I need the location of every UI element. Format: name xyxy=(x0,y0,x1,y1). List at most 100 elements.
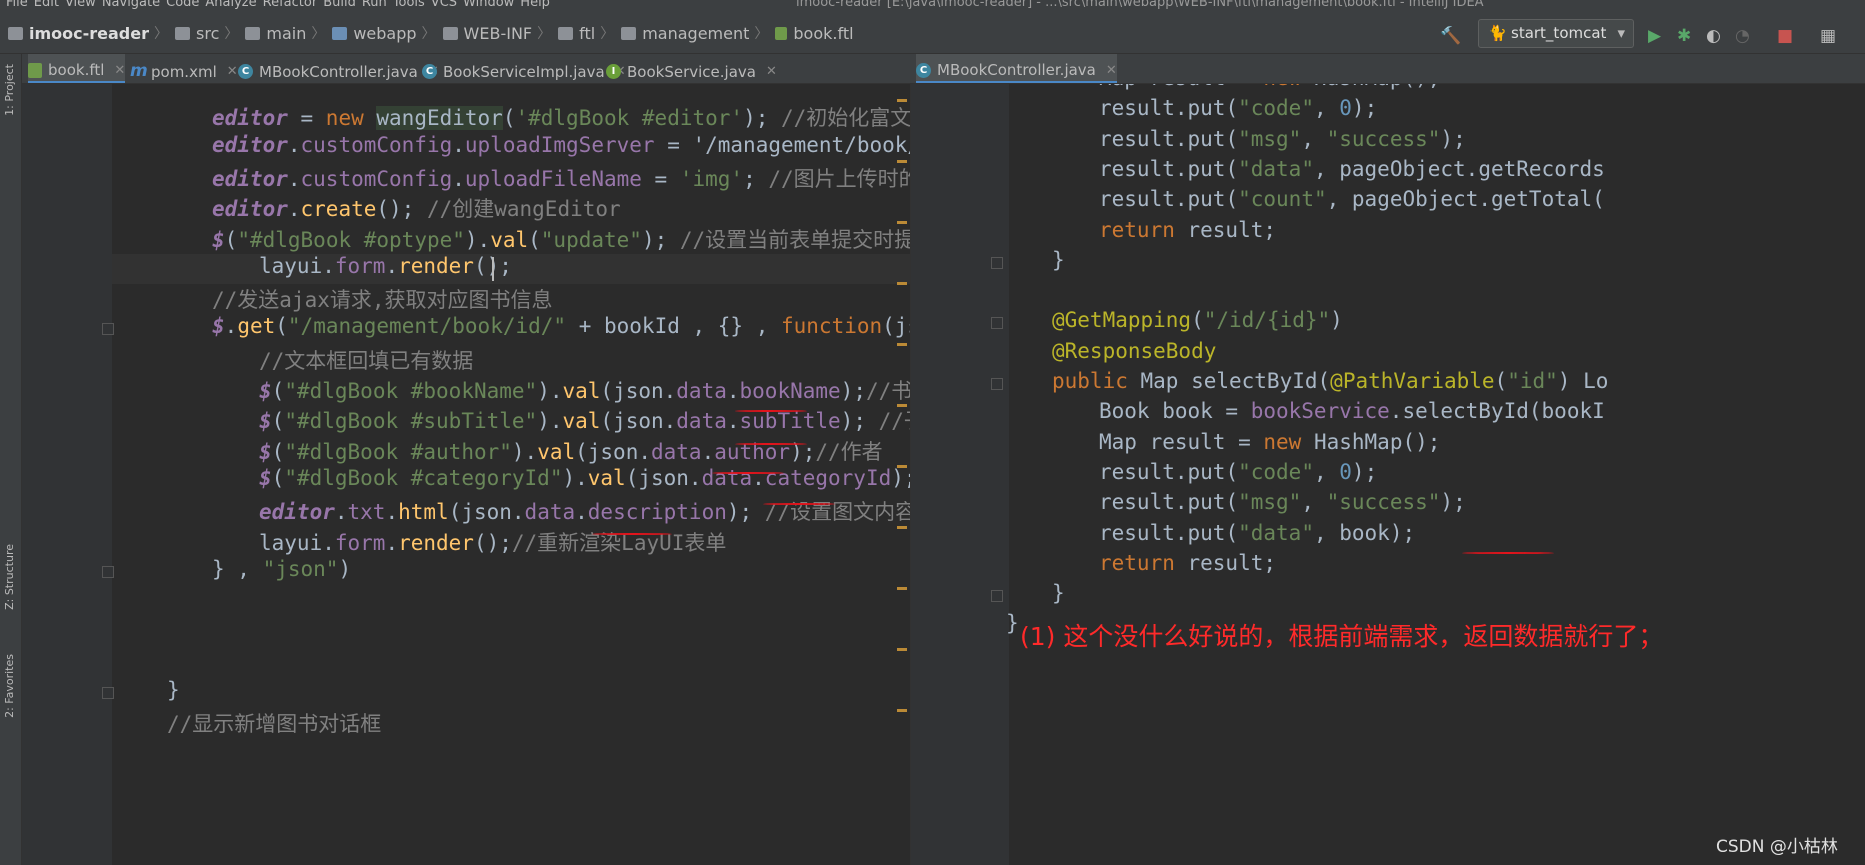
menu-item-navigate[interactable]: Navigate xyxy=(102,0,160,10)
code-line: $("#dlgBook #optype").val("update"); //设… xyxy=(212,227,910,252)
code-line: $("#dlgBook #author").val(json.data.auth… xyxy=(259,439,883,464)
code-line: $.get("/management/book/id/" + bookId , … xyxy=(212,314,910,339)
code-line: editor.create(); //创建wangEditor xyxy=(212,197,621,222)
code-line: return result; xyxy=(1099,217,1277,242)
menu-item-code[interactable]: Code xyxy=(166,0,199,10)
right-editor[interactable]: Map result = new HashMap();result.put("c… xyxy=(910,84,1865,865)
file-type-icon: m xyxy=(130,61,148,81)
left-gutter xyxy=(22,84,112,865)
code-line: $("#dlgBook #subTitle").val(json.data.su… xyxy=(259,409,910,434)
breadcrumb-label: src xyxy=(196,23,220,43)
warning-marker xyxy=(897,709,907,712)
breadcrumb-item[interactable]: webapp 〉 xyxy=(332,23,442,43)
breadcrumb-separator-icon: 〉 xyxy=(224,26,239,42)
menu-bar: File Edit View Navigate Code Analyze Refactor B… xyxy=(0,0,1865,14)
close-icon[interactable]: ✕ xyxy=(114,63,125,78)
breadcrumb-label: ftl xyxy=(579,23,596,43)
menu-item-tools[interactable]: Tools xyxy=(393,0,425,10)
file-type-icon: I xyxy=(606,64,621,79)
code-line: Map result = new HashMap(); xyxy=(1099,429,1441,454)
structure-tool-button[interactable]: Z: Structure xyxy=(3,544,19,610)
breadcrumb-separator-icon: 〉 xyxy=(754,26,769,42)
code-line: result.put("code", 0); xyxy=(1099,96,1378,121)
menu-item-build[interactable]: Build xyxy=(323,0,356,10)
tab-label: book.ftl xyxy=(48,61,105,79)
text-caret xyxy=(492,256,494,281)
fold-icon[interactable] xyxy=(102,323,114,336)
code-line: public Map selectById(@PathVariable("id"… xyxy=(1052,369,1609,393)
code-line: //发送ajax请求,获取对应图书信息 xyxy=(212,288,553,313)
build-icon[interactable]: 🔨 xyxy=(1440,26,1461,46)
close-icon[interactable]: ✕ xyxy=(766,64,777,79)
coverage-icon[interactable]: ◐ xyxy=(1706,26,1721,46)
fold-icon[interactable] xyxy=(991,256,1003,269)
fold-icon[interactable] xyxy=(991,590,1003,603)
fold-icon[interactable] xyxy=(102,687,114,699)
tab-bookservice-java[interactable]: I BookService.java ✕ xyxy=(606,54,777,83)
code-line: result.put("msg", "success"); xyxy=(1099,490,1466,515)
breadcrumb-item[interactable]: main 〉 xyxy=(245,23,332,43)
code-line: @ResponseBody xyxy=(1052,338,1217,363)
fold-icon[interactable] xyxy=(991,317,1003,330)
annotation-underline xyxy=(1462,552,1554,554)
tab-bookserviceimpl-java[interactable]: CBookServiceImpl.java✕ xyxy=(422,54,626,83)
code-line: editor = new wangEditor('#dlgBook #edito… xyxy=(212,106,910,131)
tab-mbookcontroller-java[interactable]: CMBookController.java✕ xyxy=(238,54,439,83)
menu-item-vcs[interactable]: VCS xyxy=(431,0,457,10)
left-editor[interactable]: editor = new wangEditor('#dlgBook #edito… xyxy=(22,84,910,865)
breadcrumb-separator-icon: 〉 xyxy=(154,26,168,42)
chevron-down-icon: ▾ xyxy=(1617,24,1625,42)
fold-icon[interactable] xyxy=(102,565,114,578)
project-tool-button[interactable]: 1: Project xyxy=(3,64,19,116)
tab-label: MBookController.java xyxy=(937,61,1096,79)
profile-icon[interactable]: ◔ xyxy=(1735,26,1750,46)
code-line: } xyxy=(1052,581,1065,606)
menu-item-help[interactable]: Help xyxy=(520,0,550,10)
breadcrumb-item[interactable]: management 〉 xyxy=(621,23,775,43)
breadcrumb-item[interactable]: book.ftl xyxy=(775,24,854,43)
left-tab-bar: book.ftl✕mpom.xml✕CMBookController.java✕… xyxy=(22,54,910,84)
warning-marker xyxy=(897,465,907,468)
debug-icon[interactable]: ✱ xyxy=(1677,26,1691,46)
menu-item-run[interactable]: Run xyxy=(362,0,387,10)
code-line: layui.form.render();//重新渲染LayUI表单 xyxy=(259,530,727,555)
breadcrumb-item[interactable]: WEB-INF 〉 xyxy=(442,23,559,43)
stop-icon[interactable]: ■ xyxy=(1777,26,1793,46)
code-line: result.put("msg", "success"); xyxy=(1099,126,1466,151)
menu-item-file[interactable]: File xyxy=(6,0,28,10)
tab-pom-xml[interactable]: m pom.xml ✕ xyxy=(130,54,238,83)
window-title: imooc-reader [E:\java\imooc-reader] - ..… xyxy=(796,0,1484,10)
run-icon[interactable]: ▶ xyxy=(1648,26,1661,46)
project-structure-icon[interactable]: ▦ xyxy=(1820,26,1836,46)
menu-item-edit[interactable]: Edit xyxy=(34,0,59,10)
file-type-icon: C xyxy=(422,64,437,79)
breadcrumb-item[interactable]: imooc-reader 〉 xyxy=(8,23,175,43)
breadcrumb-label: main xyxy=(266,23,307,43)
fold-icon[interactable] xyxy=(991,378,1003,390)
folder-icon xyxy=(8,26,23,40)
tab-label: MBookController.java xyxy=(259,62,418,81)
annotation-underline xyxy=(735,443,807,445)
menu-item-refactor[interactable]: Refactor xyxy=(263,0,318,10)
menu-item-window[interactable]: Window xyxy=(463,0,514,10)
tab-book-ftl[interactable]: book.ftl ✕ xyxy=(28,54,126,83)
tab-mbookcontroller-java[interactable]: CMBookController.java✕ xyxy=(916,54,1117,83)
breadcrumb-label: management xyxy=(642,23,750,43)
left-tool-strip: 1: Project Z: Structure 2: Favorites xyxy=(0,54,22,865)
breadcrumb-label: WEB-INF xyxy=(463,23,533,43)
favorites-tool-button[interactable]: 2: Favorites xyxy=(3,654,19,718)
menu-item-analyze[interactable]: Analyze xyxy=(205,0,256,10)
code-line: editor.customConfig.uploadFileName = 'im… xyxy=(212,166,910,191)
breadcrumb-item[interactable]: ftl 〉 xyxy=(558,23,621,43)
close-icon[interactable]: ✕ xyxy=(227,64,238,79)
close-icon[interactable]: ✕ xyxy=(1106,63,1117,78)
code-line: //文本框回填已有数据 xyxy=(259,348,474,373)
code-line: Map result = new HashMap(); xyxy=(1099,84,1440,96)
breadcrumb-item[interactable]: src 〉 xyxy=(175,23,245,43)
run-config-select[interactable]: 🐈 start_tomcat ▾ xyxy=(1478,19,1634,48)
annotation-underline xyxy=(735,410,807,412)
code-line: result.put("code", 0); xyxy=(1099,459,1378,484)
menu-item-view[interactable]: View xyxy=(65,0,96,10)
annotation-underline xyxy=(592,533,672,535)
code-line: $("#dlgBook #categoryId").val(json.data.… xyxy=(259,465,910,490)
